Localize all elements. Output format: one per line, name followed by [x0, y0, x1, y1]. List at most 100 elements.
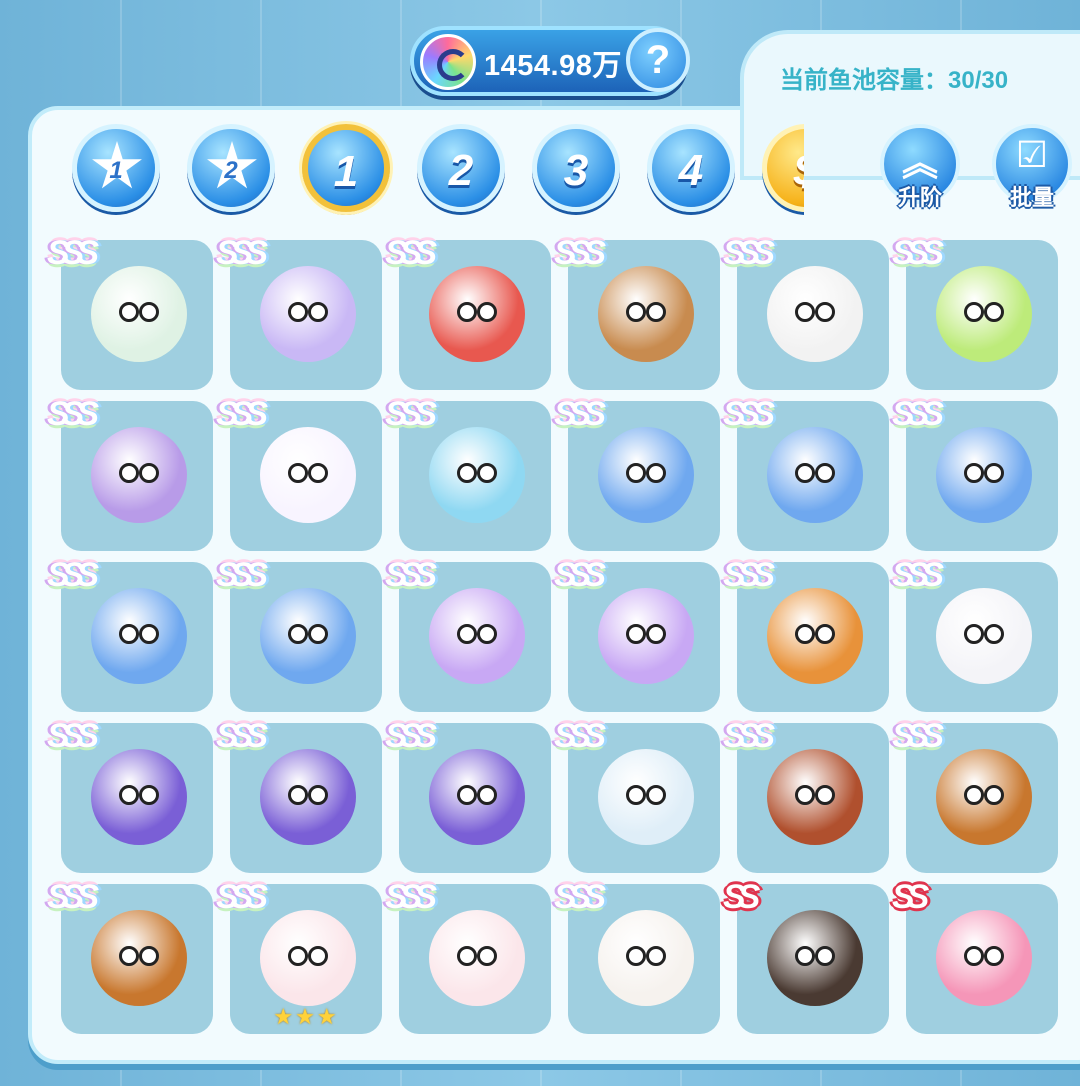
- fish-card[interactable]: SSS: [216, 236, 382, 390]
- eye: [646, 302, 666, 322]
- level-tab-5[interactable]: 3: [532, 124, 620, 212]
- eye: [964, 946, 984, 966]
- fish-card[interactable]: SSS: [47, 719, 213, 873]
- eye: [795, 946, 815, 966]
- rank-badge: SSS: [216, 234, 268, 272]
- girl-with-puppy-icon: [91, 266, 187, 362]
- rank-badge: SSS: [216, 878, 268, 916]
- eye: [964, 302, 984, 322]
- fish-card[interactable]: SSS: [554, 397, 720, 551]
- eye: [815, 785, 835, 805]
- lion-icon: [91, 910, 187, 1006]
- fish-card[interactable]: SSS: [723, 236, 889, 390]
- fish-card[interactable]: SSS: [554, 236, 720, 390]
- eye: [626, 463, 646, 483]
- fish-card[interactable]: SSS: [47, 880, 213, 1034]
- eye: [626, 302, 646, 322]
- eye: [139, 946, 159, 966]
- fairy-blue-icon: [598, 427, 694, 523]
- fish-card[interactable]: SSS: [892, 236, 1058, 390]
- eye: [795, 785, 815, 805]
- rank-badge: SSS: [892, 556, 944, 594]
- eye: [139, 624, 159, 644]
- rank-badge: SSS: [723, 395, 775, 433]
- fish-card[interactable]: SSS: [47, 397, 213, 551]
- fish-card[interactable]: SSS: [47, 558, 213, 712]
- rank-badge: SSS: [723, 556, 775, 594]
- rank-badge: SSS: [892, 717, 944, 755]
- eye: [119, 463, 139, 483]
- sheep-icon: [429, 910, 525, 1006]
- eye: [964, 624, 984, 644]
- fish-card[interactable]: SS: [723, 880, 889, 1034]
- level-tab-2[interactable]: 2: [187, 124, 275, 212]
- eye: [477, 624, 497, 644]
- libra-fish-icon: [91, 427, 187, 523]
- egg-sheep-icon: [598, 910, 694, 1006]
- fish-card[interactable]: SSS: [554, 558, 720, 712]
- fish-card[interactable]: SSS: [385, 558, 551, 712]
- fish-card[interactable]: SSS: [216, 558, 382, 712]
- purple-fish-icon: [260, 266, 356, 362]
- fish-card[interactable]: SSS: [385, 236, 551, 390]
- rank-badge: SSS: [554, 395, 606, 433]
- fish-card[interactable]: SSS: [892, 719, 1058, 873]
- rank-badge: SSS: [47, 395, 99, 433]
- rank-badge: SSS: [554, 878, 606, 916]
- eye: [308, 463, 328, 483]
- fish-card[interactable]: SSS: [216, 719, 382, 873]
- level-tab-1[interactable]: 1: [72, 124, 160, 212]
- eye: [457, 624, 477, 644]
- rank-badge: SSS: [554, 556, 606, 594]
- eye: [308, 302, 328, 322]
- bull-icon: [767, 588, 863, 684]
- lion-icon: [936, 749, 1032, 845]
- fish-card[interactable]: SSS: [892, 558, 1058, 712]
- fish-card[interactable]: SSS: [47, 236, 213, 390]
- fish-card[interactable]: SSS: [892, 397, 1058, 551]
- panda-icon: [767, 266, 863, 362]
- rainbow-coin-icon: [420, 34, 476, 90]
- red-hood-girl-icon: [429, 266, 525, 362]
- help-button[interactable]: ?: [626, 28, 690, 92]
- star-rating: ★★★: [273, 1004, 339, 1029]
- twin-fish-icon: [429, 427, 525, 523]
- upgrade-button[interactable]: ︽ 升阶: [880, 124, 960, 210]
- level-tab-7[interactable]: $: [762, 124, 804, 212]
- checkbox-icon: ☑: [1015, 134, 1049, 175]
- fish-card[interactable]: SS: [892, 880, 1058, 1034]
- fish-card[interactable]: SSS: [723, 558, 889, 712]
- eye: [457, 946, 477, 966]
- fish-card[interactable]: SSS: [554, 719, 720, 873]
- rank-badge: SSS: [47, 717, 99, 755]
- eye: [457, 785, 477, 805]
- eye: [477, 946, 497, 966]
- fish-card[interactable]: SSS: [723, 719, 889, 873]
- rank-badge: SSS: [216, 717, 268, 755]
- level-tab-4[interactable]: 2: [417, 124, 505, 212]
- goat-icon: [936, 588, 1032, 684]
- fish-card[interactable]: SSS: [385, 397, 551, 551]
- fish-card[interactable]: SSS ★★★: [216, 880, 382, 1034]
- level-tab-6[interactable]: 4: [647, 124, 735, 212]
- rank-badge: SSS: [47, 556, 99, 594]
- eye: [984, 785, 1004, 805]
- eye: [119, 302, 139, 322]
- fish-card[interactable]: SSS: [723, 397, 889, 551]
- fish-card[interactable]: SSS: [554, 880, 720, 1034]
- eye: [477, 463, 497, 483]
- fish-card[interactable]: SSS: [385, 880, 551, 1034]
- rank-badge: SSS: [554, 234, 606, 272]
- crab-icon: [429, 588, 525, 684]
- level-tab-3[interactable]: 1: [302, 124, 390, 212]
- batch-button[interactable]: ☑ 批量: [992, 124, 1072, 210]
- fish-card[interactable]: SSS: [385, 719, 551, 873]
- level-tab-label: 3: [563, 146, 589, 195]
- angel-fish-icon: [260, 427, 356, 523]
- rank-badge: SS: [723, 878, 760, 916]
- fish-card[interactable]: SSS: [216, 397, 382, 551]
- eye: [964, 785, 984, 805]
- crab-icon: [598, 588, 694, 684]
- eye: [626, 785, 646, 805]
- rank-badge: SS: [892, 878, 929, 916]
